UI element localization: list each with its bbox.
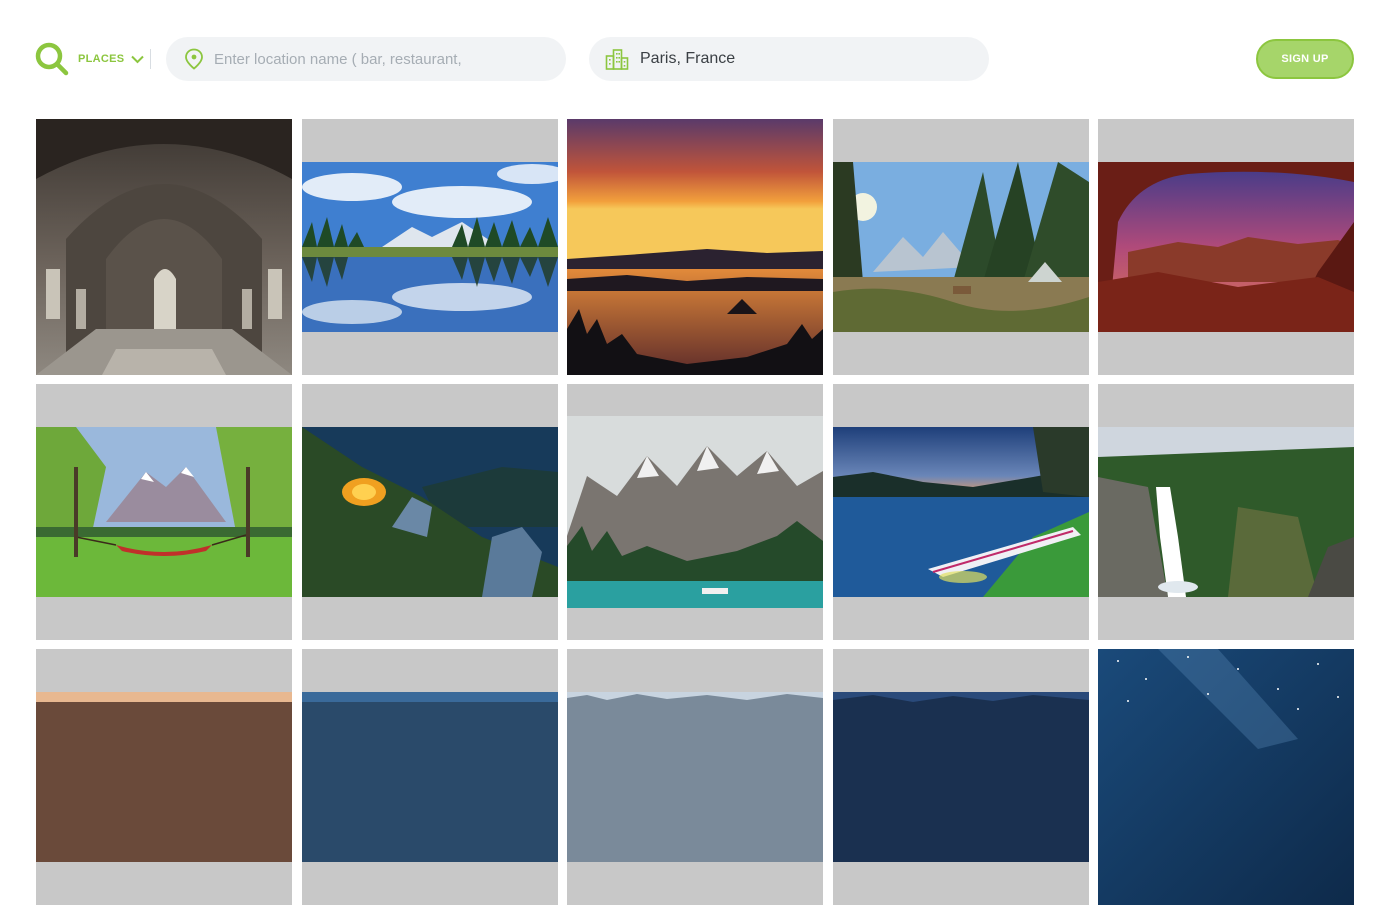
cathedral-photo [36,119,292,375]
partial-photo [833,692,1089,862]
photo-tile-mountain-lake[interactable] [567,384,823,640]
photo-tile-red-canyon[interactable] [1098,119,1354,375]
places-dropdown[interactable]: PLACES [78,49,145,69]
red-canyon-photo [1098,162,1354,332]
photo-tile-row3-3[interactable] [567,649,823,905]
search-magnifier-icon[interactable] [35,42,69,76]
photo-tile-sunset-lake[interactable] [567,119,823,375]
photo-tile-row3-2[interactable] [302,649,558,905]
kayak-photo [833,427,1089,597]
partial-photo [36,692,292,862]
partial-photo [567,692,823,862]
photo-tile-kayak[interactable] [833,384,1089,640]
photo-tile-night-sky[interactable] [1098,649,1354,905]
waterfall-photo [1098,427,1354,597]
city-buildings-icon [605,49,629,70]
photo-tile-lake-reflection[interactable] [302,119,558,375]
mountain-lake-photo [567,416,823,608]
photo-tile-hammock[interactable] [36,384,292,640]
lake-reflection-photo [302,162,558,332]
header-divider [150,49,151,69]
photo-tile-forest-camp[interactable] [833,119,1089,375]
photo-tile-tent-cliff[interactable] [302,384,558,640]
sign-up-button[interactable]: SIGN UP [1256,39,1354,79]
hammock-photo [36,427,292,597]
sunset-lake-photo [567,119,823,375]
forest-camp-photo [833,162,1089,332]
city-value: Paris, France [640,50,736,67]
location-search-input[interactable] [214,47,544,71]
night-sky-photo [1098,649,1354,905]
partial-photo [302,692,558,862]
map-pin-icon [185,48,203,70]
top-bar: PLACES Paris, France SIGN UP [0,0,1389,110]
photo-grid [36,119,1354,905]
photo-tile-cathedral[interactable] [36,119,292,375]
photo-tile-waterfall[interactable] [1098,384,1354,640]
places-label: PLACES [78,53,125,65]
chevron-down-icon [131,55,145,63]
tent-cliff-photo [302,427,558,597]
photo-tile-row3-4[interactable] [833,649,1089,905]
photo-tile-row3-1[interactable] [36,649,292,905]
